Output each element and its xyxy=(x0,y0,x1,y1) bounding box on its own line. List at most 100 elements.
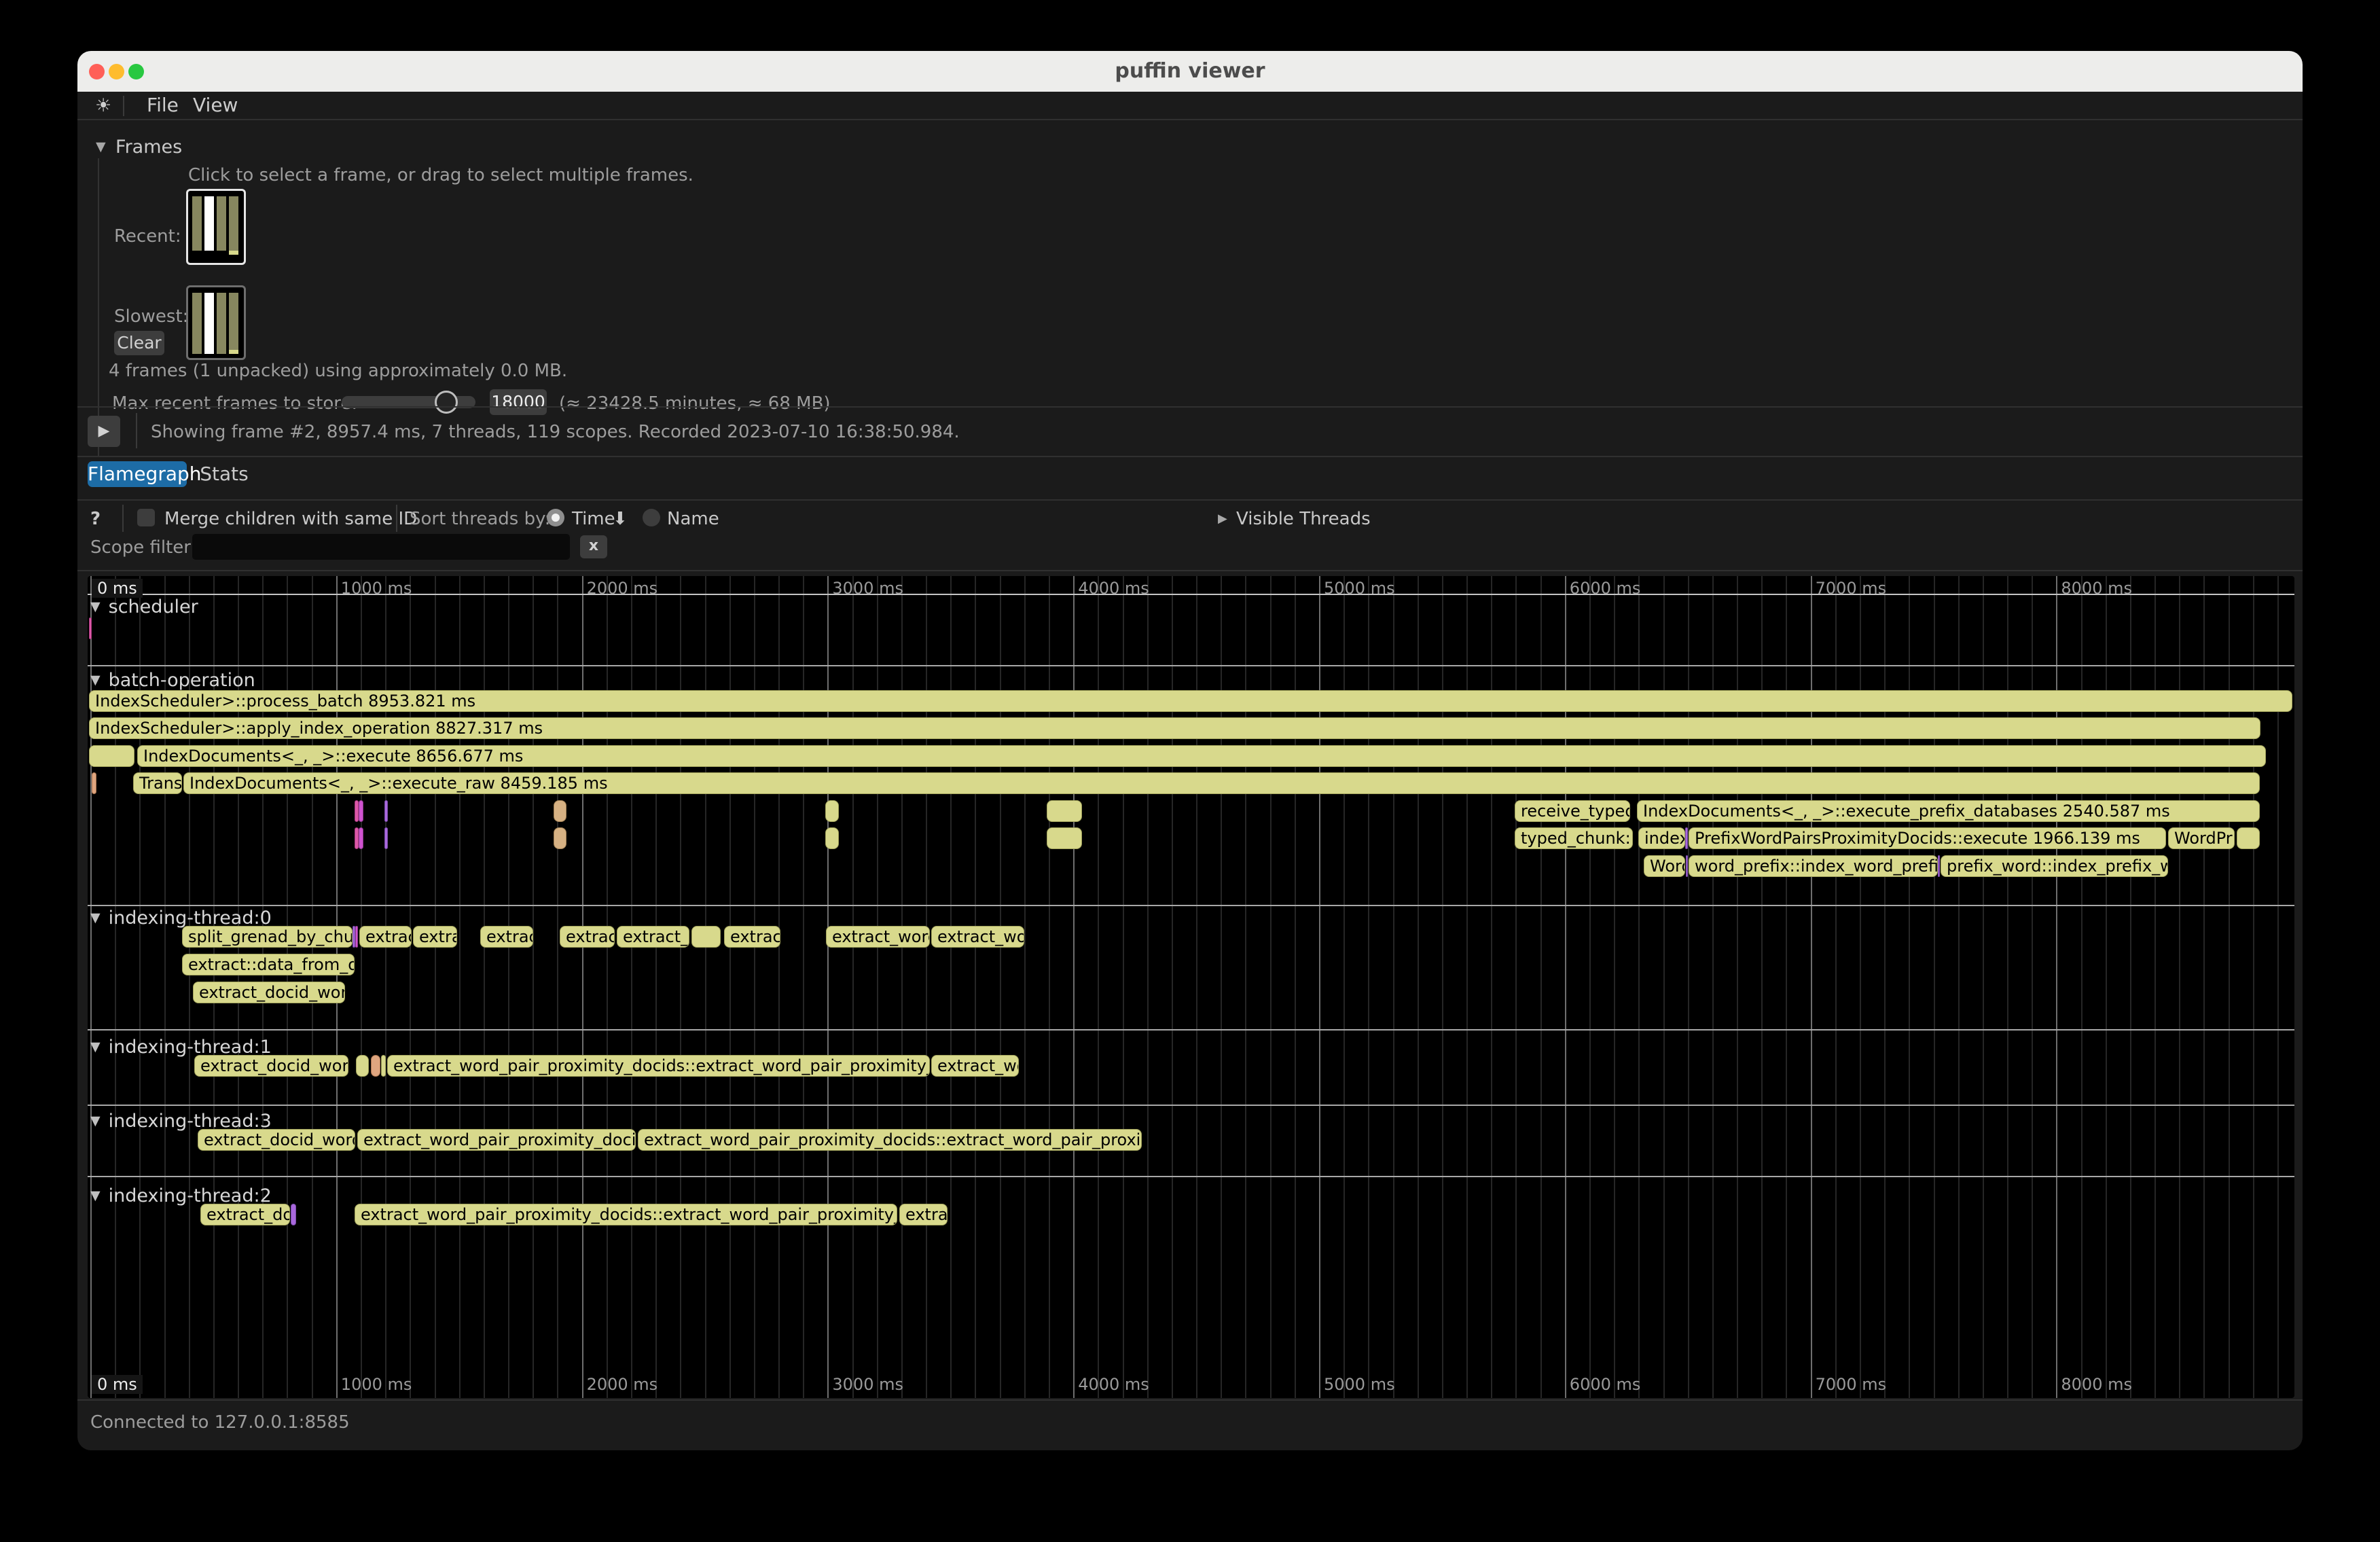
scope-bar[interactable]: extrac xyxy=(480,926,533,948)
scope-bar[interactable] xyxy=(554,800,566,822)
thread-header[interactable]: ▼scheduler xyxy=(90,596,198,617)
scope-bar[interactable]: IndexDocuments<_, _>::execute_raw 8459.1… xyxy=(183,772,2260,794)
scope-bar[interactable] xyxy=(384,800,388,822)
scope-bar[interactable] xyxy=(825,800,839,822)
scope-bar[interactable] xyxy=(89,745,134,767)
slowest-frames-thumbnail[interactable] xyxy=(186,285,246,360)
frame-bar[interactable] xyxy=(217,196,226,251)
scope-bar[interactable] xyxy=(691,926,721,948)
scope-bar[interactable] xyxy=(355,926,358,948)
clear-button[interactable]: Clear xyxy=(114,331,164,355)
scope-bar[interactable] xyxy=(381,1055,386,1077)
sort-direction-arrow-icon[interactable]: ⬇ xyxy=(613,509,628,529)
scope-bar[interactable]: IndexScheduler>::process_batch 8953.821 … xyxy=(89,690,2292,712)
visible-threads-header[interactable]: Visible Threads xyxy=(1236,509,1371,529)
time-tick-label: 8000 ms xyxy=(2061,579,2132,598)
tab-stats[interactable]: Stats xyxy=(194,461,255,487)
scope-bar[interactable] xyxy=(1685,827,1688,849)
selected-frame-bar[interactable] xyxy=(204,293,214,354)
recent-frames-thumbnail[interactable] xyxy=(186,189,246,265)
merge-children-label[interactable]: Merge children with same ID xyxy=(164,509,417,529)
menu-view[interactable]: View xyxy=(193,92,238,120)
collapse-triangle-icon[interactable]: ▼ xyxy=(90,1039,101,1054)
scope-bar[interactable] xyxy=(356,1055,369,1077)
scope-bar[interactable]: split_grenad_by_chun xyxy=(182,926,353,948)
scope-bar[interactable]: extract_docid_word xyxy=(193,982,345,1003)
scope-bar[interactable]: WordPr xyxy=(2168,827,2235,849)
collapse-triangle-icon[interactable]: ▼ xyxy=(90,673,101,687)
scope-bar[interactable]: extract_word_pair_proximity_docids::extr… xyxy=(355,1204,897,1225)
visible-threads-triangle-icon[interactable]: ▶ xyxy=(1218,512,1227,526)
scope-bar[interactable]: extract_ xyxy=(560,926,615,948)
scope-bar[interactable] xyxy=(384,827,388,849)
clear-filter-button[interactable]: x xyxy=(580,535,607,558)
scope-bar[interactable]: extrac xyxy=(899,1204,948,1225)
help-button[interactable]: ? xyxy=(90,509,101,529)
scope-bar[interactable]: IndexDocuments<_, _>::execute_prefix_dat… xyxy=(1637,800,2260,822)
sort-time-label[interactable]: Time xyxy=(572,509,615,529)
scope-bar[interactable] xyxy=(1938,855,1940,877)
collapse-triangle-icon[interactable]: ▼ xyxy=(90,1188,101,1203)
scope-bar[interactable] xyxy=(359,827,363,849)
collapse-triangle-icon[interactable]: ▼ xyxy=(96,139,106,154)
scope-bar[interactable]: extract::data_from_ob xyxy=(182,954,355,975)
scope-filter-input[interactable] xyxy=(192,534,570,560)
scope-bar[interactable]: extract_doc xyxy=(200,1204,290,1225)
max-frames-slider-knob[interactable] xyxy=(435,391,458,414)
scope-bar[interactable]: PrefixWordPairsProximityDocids::execute … xyxy=(1689,827,2166,849)
scope-bar[interactable]: extract_docid_word xyxy=(194,1055,348,1077)
selected-frame-bar[interactable] xyxy=(204,196,214,251)
tab-flamegraph[interactable]: Flamegraph xyxy=(88,461,187,487)
scope-bar[interactable] xyxy=(1686,855,1688,877)
scope-bar[interactable] xyxy=(2237,827,2260,849)
collapse-triangle-icon[interactable]: ▼ xyxy=(90,1113,101,1128)
scope-bar[interactable] xyxy=(89,617,92,639)
scope-bar[interactable] xyxy=(825,827,839,849)
scope-bar[interactable]: extract_ xyxy=(617,926,689,948)
frame-bar[interactable] xyxy=(229,293,238,354)
scope-bar[interactable]: typed_chunk::w xyxy=(1515,827,1633,849)
scope-bar[interactable]: extract_word_pair_proximity_docids::extr… xyxy=(387,1055,930,1077)
frame-bar[interactable] xyxy=(192,196,202,251)
flamegraph-canvas[interactable]: 0 ms0 ms1000 ms1000 ms2000 ms2000 ms3000… xyxy=(88,576,2294,1398)
collapse-triangle-icon[interactable]: ▼ xyxy=(90,910,101,925)
max-frames-value[interactable]: 18000 xyxy=(490,389,547,415)
frame-bar[interactable] xyxy=(229,196,238,255)
scope-bar[interactable]: extract_wo xyxy=(931,926,1024,948)
scope-bar[interactable] xyxy=(1047,827,1082,849)
frame-bar[interactable] xyxy=(192,293,202,354)
scope-bar[interactable]: word_prefix::index_word_prefix_ xyxy=(1689,855,1938,877)
play-button[interactable]: ▶ xyxy=(88,416,120,447)
scope-bar[interactable]: extract xyxy=(359,926,412,948)
scope-bar[interactable] xyxy=(291,1204,296,1225)
scope-bar[interactable]: extract_word_pair_proximity_docids xyxy=(357,1129,636,1151)
sort-time-radio[interactable] xyxy=(547,509,564,526)
scope-bar[interactable]: extract_docid_word xyxy=(198,1129,355,1151)
scope-bar[interactable]: receive_typed_ xyxy=(1515,800,1630,822)
merge-children-checkbox[interactable] xyxy=(137,509,155,526)
scope-bar[interactable] xyxy=(92,772,96,794)
scope-bar[interactable]: index xyxy=(1638,827,1685,849)
scope-bar[interactable] xyxy=(359,800,363,822)
scope-bar[interactable] xyxy=(1047,800,1082,822)
sort-name-label[interactable]: Name xyxy=(667,509,719,529)
scope-bar[interactable]: prefix_word::index_prefix_wo xyxy=(1941,855,2168,877)
scope-bar[interactable]: extract_word_pair_proximity_docids::extr… xyxy=(638,1129,1142,1151)
scope-bar[interactable]: extract_word xyxy=(826,926,930,948)
scope-bar[interactable] xyxy=(371,1055,380,1077)
scope-bar[interactable]: IndexDocuments<_, _>::execute 8656.677 m… xyxy=(137,745,2266,767)
theme-sun-icon[interactable]: ☀ xyxy=(90,92,117,120)
scope-bar[interactable]: extract xyxy=(724,926,780,948)
scope-bar[interactable]: extract_wo xyxy=(931,1055,1019,1077)
scope-bar[interactable] xyxy=(554,827,566,849)
scope-bar[interactable]: IndexScheduler>::apply_index_operation 8… xyxy=(89,717,2260,739)
menu-file[interactable]: File xyxy=(147,92,179,120)
sort-name-radio[interactable] xyxy=(643,509,660,526)
thread-header[interactable]: ▼batch-operation xyxy=(90,670,255,691)
scope-bar[interactable]: Word xyxy=(1644,855,1685,877)
scope-bar[interactable]: extra xyxy=(413,926,457,948)
scope-bar[interactable]: Trans xyxy=(133,772,182,794)
collapse-triangle-icon[interactable]: ▼ xyxy=(90,599,101,614)
frame-bar[interactable] xyxy=(217,293,226,354)
frames-header[interactable]: Frames xyxy=(115,137,182,158)
